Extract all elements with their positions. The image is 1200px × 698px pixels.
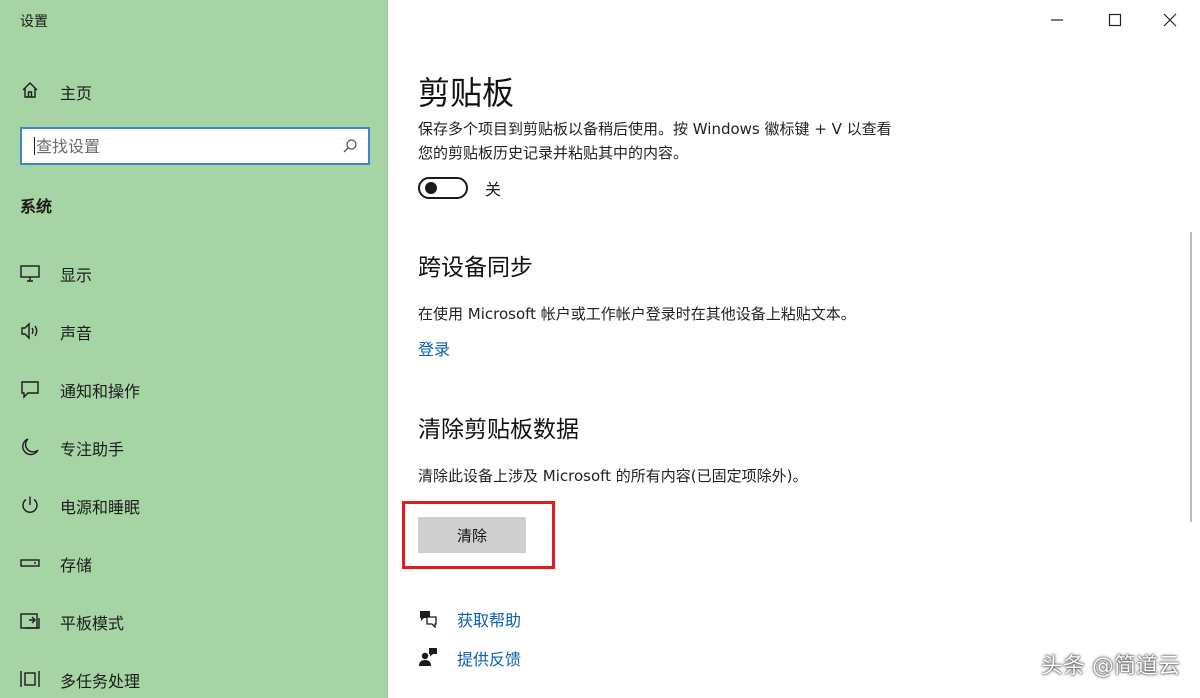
- sidebar-item-label: 电源和睡眠: [60, 498, 141, 517]
- search-box[interactable]: [20, 127, 370, 165]
- clear-section-title: 清除剪贴板数据: [418, 417, 579, 443]
- multitask-icon: [20, 671, 40, 687]
- sidebar: 设置 主页 系统 显示: [0, 0, 388, 698]
- page-title: 剪贴板: [418, 74, 515, 112]
- maximize-icon: [1108, 13, 1122, 27]
- sidebar-home-label: 主页: [60, 84, 93, 103]
- sidebar-item-label: 多任务处理: [60, 672, 141, 691]
- sidebar-item-label: 通知和操作: [60, 382, 141, 401]
- get-help-label: 获取帮助: [457, 611, 522, 630]
- sidebar-item-focus-assist[interactable]: 专注助手: [0, 424, 388, 470]
- notification-icon: [21, 381, 39, 399]
- feedback-label: 提供反馈: [457, 650, 522, 669]
- power-icon: [22, 496, 38, 513]
- storage-icon: [20, 559, 40, 567]
- monitor-icon: [20, 265, 40, 282]
- text-caret: [34, 137, 35, 155]
- sidebar-item-label: 存储: [60, 556, 93, 575]
- section-label-system: 系统: [20, 197, 53, 216]
- history-description-line1: 保存多个项目到剪贴板以备稍后使用。按 Windows 徽标键 + V 以查看: [418, 120, 892, 138]
- search-input[interactable]: [22, 129, 368, 163]
- toggle-knob: [425, 182, 437, 194]
- sidebar-item-label: 声音: [60, 324, 93, 343]
- feedback-icon: [419, 648, 437, 666]
- minimize-button[interactable]: [1027, 0, 1087, 40]
- tablet-icon: [20, 613, 40, 629]
- sidebar-item-storage[interactable]: 存储: [0, 540, 388, 586]
- clear-description: 清除此设备上涉及 Microsoft 的所有内容(已固定项除外)。: [418, 467, 808, 485]
- help-chat-icon: [420, 611, 437, 628]
- sign-in-link[interactable]: 登录: [418, 336, 450, 360]
- clipboard-history-toggle[interactable]: [418, 177, 468, 199]
- sidebar-item-power-sleep[interactable]: 电源和睡眠: [0, 482, 388, 528]
- clear-button[interactable]: 清除: [418, 517, 526, 553]
- watermark: 头条 @简道云: [1041, 654, 1180, 679]
- minimize-icon: [1051, 19, 1063, 21]
- sidebar-item-label: 专注助手: [60, 440, 125, 459]
- sidebar-item-multitasking[interactable]: 多任务处理: [0, 656, 388, 698]
- close-icon: [1163, 13, 1177, 27]
- sync-section-title: 跨设备同步: [418, 255, 533, 281]
- history-description-line2: 您的剪贴板历史记录并粘贴其中的内容。: [418, 144, 689, 162]
- sidebar-item-label: 平板模式: [60, 614, 125, 633]
- clipboard-history-toggle-row: 关: [418, 176, 501, 200]
- sidebar-item-notifications[interactable]: 通知和操作: [0, 366, 388, 412]
- moon-icon: [22, 438, 39, 456]
- scrollbar[interactable]: [1190, 232, 1192, 522]
- settings-window: 设置 主页 系统 显示: [0, 0, 1200, 698]
- sidebar-item-display[interactable]: 显示: [0, 250, 388, 296]
- speaker-icon: [21, 322, 38, 340]
- maximize-button[interactable]: [1085, 0, 1145, 40]
- toggle-state-label: 关: [485, 180, 502, 199]
- home-icon: [22, 82, 38, 98]
- close-button[interactable]: [1140, 0, 1200, 40]
- sidebar-item-label: 显示: [60, 266, 93, 285]
- main-content: 剪贴板 保存多个项目到剪贴板以备稍后使用。按 Windows 徽标键 + V 以…: [389, 0, 1200, 698]
- sidebar-item-tablet-mode[interactable]: 平板模式: [0, 598, 388, 644]
- search-icon[interactable]: [342, 138, 358, 154]
- sidebar-home[interactable]: 主页: [0, 70, 388, 110]
- sync-description: 在使用 Microsoft 帐户或工作帐户登录时在其他设备上粘贴文本。: [418, 305, 856, 323]
- sidebar-item-sound[interactable]: 声音: [0, 308, 388, 354]
- app-title: 设置: [20, 14, 48, 30]
